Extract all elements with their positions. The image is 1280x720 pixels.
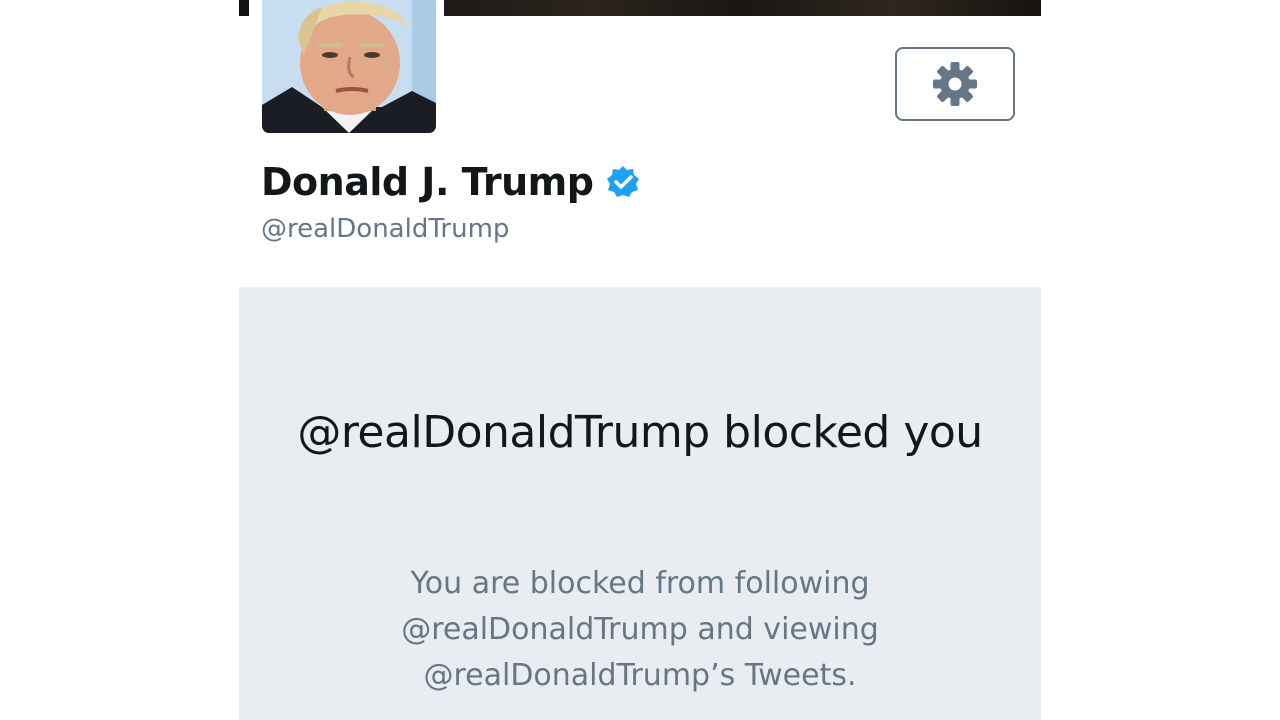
gear-icon (933, 62, 977, 106)
blocked-description: You are blocked from following @realDona… (401, 566, 879, 693)
blocked-notice: @realDonaldTrump blocked you You are blo… (239, 287, 1041, 720)
avatar-photo (262, 0, 436, 133)
blocked-title: @realDonaldTrump blocked you (297, 407, 983, 458)
verified-badge-icon (607, 166, 640, 197)
profile-banner (444, 0, 1041, 16)
display-name: Donald J. Trump (261, 160, 594, 204)
profile-handle: @realDonaldTrump (261, 214, 510, 244)
banner-edge (239, 0, 249, 16)
avatar[interactable] (259, 0, 439, 136)
settings-button[interactable] (895, 47, 1015, 121)
profile-screen: Donald J. Trump @realDonaldTrump @realDo… (239, 0, 1041, 720)
profile-name-row: Donald J. Trump (261, 160, 641, 204)
